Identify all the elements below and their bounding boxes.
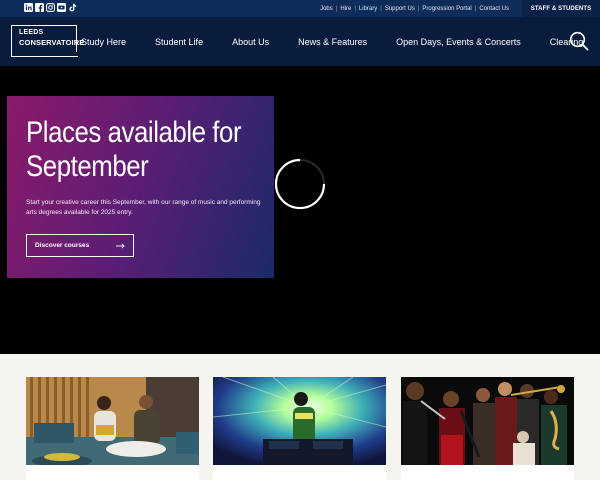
library-link[interactable]: Library [356, 6, 380, 12]
logo-line-1: LEEDS [19, 29, 44, 36]
featured-card-footer [401, 465, 574, 480]
main-header: LEEDS CONSERVATOIRE Study Here Student L… [0, 17, 600, 66]
utility-bar: Jobs | Hire | Library | Support Us | Pro… [0, 0, 600, 17]
hero-title-line-1: Places available for [26, 116, 242, 149]
utility-links: Jobs | Hire | Library | Support Us | Pro… [317, 0, 512, 17]
social-links [24, 3, 77, 14]
featured-card-footer [213, 465, 386, 480]
leeds-conservatoire-logo[interactable]: LEEDS CONSERVATOIRE [11, 25, 84, 57]
hire-link[interactable]: Hire [337, 6, 354, 12]
search-icon [569, 31, 589, 51]
search-button[interactable] [569, 31, 589, 51]
nav-open-days-events-concerts[interactable]: Open Days, Events & Concerts [396, 37, 521, 47]
featured-card-image-ensemble[interactable] [401, 377, 574, 465]
featured-section [0, 354, 600, 480]
featured-card-image-performer[interactable] [213, 377, 386, 465]
discover-courses-button[interactable]: Discover courses [26, 234, 134, 257]
logo-right-rule [75, 26, 77, 52]
hero-title: Places available for September [26, 116, 242, 184]
contact-us-link[interactable]: Contact Us [476, 6, 512, 12]
facebook-icon[interactable] [35, 3, 44, 12]
linkedin-icon[interactable] [24, 3, 33, 12]
hero-banner: Places available for September Start you… [0, 66, 600, 354]
nav-study-here[interactable]: Study Here [81, 37, 126, 47]
nav-about-us[interactable]: About Us [232, 37, 269, 47]
featured-card-image-students[interactable] [26, 377, 199, 465]
tiktok-icon[interactable] [68, 3, 77, 12]
loading-spinner-icon [274, 158, 326, 210]
discover-courses-label: Discover courses [35, 242, 90, 249]
hero-description: Start your creative career this Septembe… [26, 199, 261, 216]
nav-news-features[interactable]: News & Features [298, 37, 367, 47]
staff-students-button[interactable]: STAFF & STUDENTS [522, 0, 600, 17]
featured-card-footer [26, 465, 199, 480]
primary-nav: Study Here Student Life About Us News & … [81, 17, 583, 66]
progression-portal-link[interactable]: Progression Portal [419, 6, 474, 12]
instagram-icon[interactable] [46, 3, 55, 12]
hero-card: Places available for September Start you… [7, 96, 274, 278]
youtube-icon[interactable] [57, 3, 66, 12]
jobs-link[interactable]: Jobs [317, 6, 336, 12]
arrow-right-icon [116, 243, 125, 248]
nav-student-life[interactable]: Student Life [155, 37, 203, 47]
support-us-link[interactable]: Support Us [382, 6, 418, 12]
logo-underline [12, 55, 78, 57]
hero-title-line-2: September [26, 150, 149, 183]
